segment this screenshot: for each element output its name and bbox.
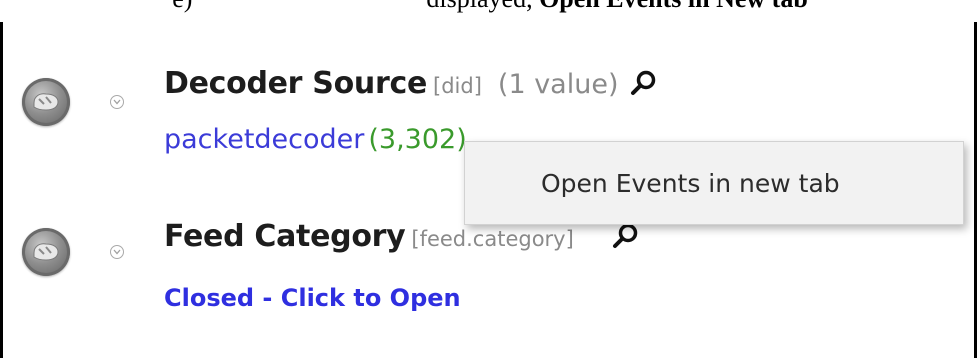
closed-click-to-open-link[interactable]: Closed - Click to Open	[164, 284, 461, 312]
meta-title: Decoder Source	[164, 66, 428, 101]
context-menu: Open Events in new tab	[464, 141, 964, 225]
meta-group-icon[interactable]	[22, 78, 70, 126]
caption-bold: Open Events in New tab	[539, 0, 808, 13]
meta-value-count: (1 value)	[497, 69, 619, 100]
meta-value-link[interactable]: packetdecoder	[164, 124, 364, 155]
chevron-down-icon[interactable]	[110, 95, 124, 109]
meta-value-event-count: (3,302)	[368, 124, 467, 155]
meta-key: [feed.category]	[411, 227, 574, 251]
menu-item-open-events-new-tab[interactable]: Open Events in new tab	[465, 169, 840, 198]
meta-title-row: Decoder Source [did] (1 value)	[164, 66, 658, 101]
search-icon[interactable]	[610, 222, 640, 252]
meta-key: [did]	[433, 74, 482, 98]
meta-group-icon[interactable]	[22, 228, 70, 276]
search-icon[interactable]	[628, 69, 658, 99]
meta-title: Feed Category	[164, 219, 406, 254]
meta-value-row: packetdecoder (3,302)	[164, 124, 467, 155]
chevron-down-icon[interactable]	[110, 245, 124, 259]
